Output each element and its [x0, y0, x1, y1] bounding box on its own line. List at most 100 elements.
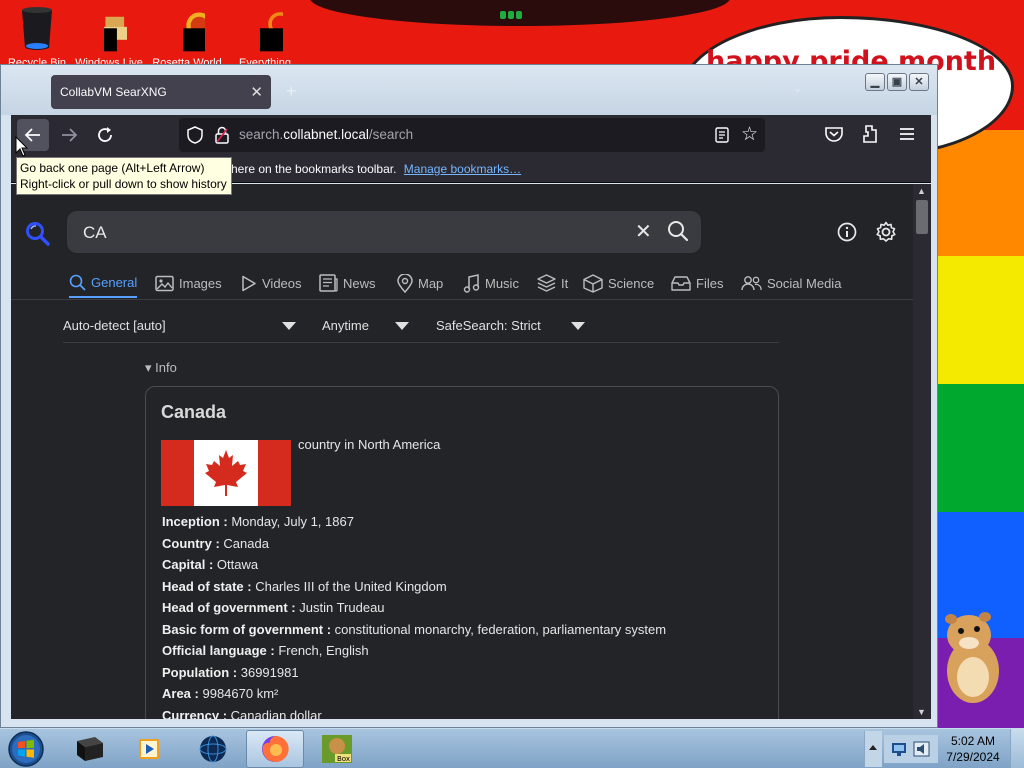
scroll-up-icon[interactable]: ▲ [917, 186, 926, 196]
people-icon [741, 275, 762, 290]
minimize-icon[interactable]: ▁ [865, 73, 885, 91]
tab-map[interactable]: Map [397, 268, 443, 298]
infobox-attributes: Inception : Monday, July 1, 1867 Country… [162, 511, 666, 719]
tray-arrow-icon [869, 745, 877, 750]
filters-divider [63, 342, 779, 343]
system-clock[interactable]: 5:02 AM 7/29/2024 [940, 733, 1006, 765]
gear-icon[interactable] [875, 221, 897, 243]
address-bar[interactable]: search.collabnet.local/search ☆ [179, 118, 765, 152]
tab-label: Map [418, 275, 444, 291]
search-filters: Auto-detect [auto] Anytime SafeSearch: S… [63, 316, 783, 344]
scrollbar-thumb[interactable] [916, 200, 928, 234]
image-icon [155, 275, 174, 291]
desktop-icon-everything[interactable]: Everything [230, 6, 300, 67]
tab-general[interactable]: General [69, 268, 138, 298]
cube-icon [583, 273, 603, 293]
manage-bookmarks-link[interactable]: Manage bookmarks… [404, 162, 521, 176]
mouse-cursor-icon [15, 136, 29, 157]
attribute-value: Monday, July 1, 1867 [231, 514, 354, 529]
search-icon[interactable] [667, 220, 689, 242]
attribute-value: 36991981 [240, 664, 299, 680]
info-icon[interactable] [837, 222, 857, 242]
title-bar[interactable]: CollabVM SearXNG ✕ + ⌄ ▁ ▣ ✕ [1, 65, 937, 115]
wallpaper-dots [500, 6, 524, 19]
taskbar-media-player[interactable] [120, 730, 178, 768]
vertical-scrollbar[interactable]: ▲ ▼ [913, 184, 931, 719]
list-tabs-icon[interactable]: ⌄ [793, 82, 802, 95]
tab-news[interactable]: News [319, 268, 376, 298]
search-box[interactable]: CA ✕ [67, 211, 701, 253]
rainbow-stripe-green [938, 384, 1024, 512]
rainbow-stripe-yellow [938, 256, 1024, 384]
tab-label: News [343, 275, 376, 291]
navigation-toolbar: search.collabnet.local/search ☆ [11, 115, 931, 155]
globe-icon [183, 12, 213, 52]
tab-images[interactable]: Images [155, 268, 222, 298]
tray-expand-button[interactable] [864, 731, 882, 767]
desktop-icon-rosetta-world[interactable]: Rosetta World [152, 6, 222, 67]
tab-science[interactable]: Science [583, 268, 654, 298]
tab-files[interactable]: Files [671, 268, 723, 298]
tab-social-media[interactable]: Social Media [741, 268, 841, 298]
searxng-logo-icon[interactable] [25, 221, 51, 247]
chevron-down-icon [395, 322, 409, 330]
time-range-select[interactable]: Anytime [322, 318, 409, 333]
language-value: Auto-detect [auto] [63, 318, 166, 333]
taskbar-globe-app[interactable] [184, 730, 242, 768]
hamster-icon [945, 612, 999, 703]
info-toggle-label: Info [155, 360, 177, 375]
folder-icon [103, 16, 129, 52]
clear-search-icon[interactable]: ✕ [635, 219, 652, 244]
reload-button[interactable] [89, 119, 121, 151]
show-desktop-button[interactable] [1010, 729, 1024, 768]
canada-flag-image [161, 440, 291, 506]
tab-it[interactable]: It [537, 268, 568, 298]
lock-icon[interactable] [215, 126, 229, 144]
taskbar-firefox[interactable] [246, 730, 304, 768]
scroll-down-icon[interactable]: ▼ [917, 707, 926, 717]
start-button[interactable] [6, 730, 46, 768]
taskbar-app-1[interactable] [60, 730, 118, 768]
tooltip-line: Go back one page (Alt+Left Arrow) [20, 161, 205, 175]
new-tab-icon[interactable]: + [286, 81, 297, 102]
attribute-key: Population : [162, 664, 238, 680]
tab-collabvm-searxng[interactable]: CollabVM SearXNG ✕ [51, 75, 271, 109]
media-player-icon [139, 739, 159, 759]
attribute-key: Basic form of government : [162, 621, 332, 637]
shield-icon[interactable] [187, 126, 203, 144]
speaker-icon[interactable] [912, 739, 932, 759]
desktop-icon-recycle-bin[interactable]: Recycle Bin [2, 6, 72, 67]
pocket-icon[interactable] [823, 123, 845, 145]
attribute-value: Canada [223, 535, 269, 551]
forward-button[interactable] [53, 119, 85, 151]
language-select[interactable]: Auto-detect [auto] [63, 318, 296, 333]
firefox-icon [262, 735, 289, 762]
attribute-value: Charles III of the United Kingdom [255, 578, 447, 594]
desktop-icon-windows-live[interactable]: Windows Live [74, 6, 144, 67]
safesearch-select[interactable]: SafeSearch: Strict [436, 318, 585, 333]
url-path: /search [368, 127, 414, 142]
info-toggle[interactable]: ▾ Info [145, 360, 177, 376]
chevron-down-icon [571, 322, 585, 330]
time-range-value: Anytime [322, 318, 369, 333]
tab-videos[interactable]: Videos [241, 268, 302, 298]
tooltip-line: Right-click or pull down to show history [20, 177, 227, 191]
menu-icon[interactable] [896, 123, 918, 145]
close-tab-icon[interactable]: ✕ [250, 83, 263, 101]
attribute-row: Currency : Canadian dollar [162, 705, 666, 720]
extensions-icon[interactable] [860, 123, 882, 145]
tab-music[interactable]: Music [463, 268, 519, 298]
tab-label: Videos [262, 275, 302, 291]
bookmark-star-icon[interactable]: ☆ [741, 123, 758, 146]
infobox-title[interactable]: Canada [161, 402, 226, 423]
tab-title: CollabVM SearXNG [60, 85, 167, 99]
tab-label: Files [696, 275, 724, 291]
reader-view-icon[interactable] [715, 127, 729, 143]
network-icon[interactable] [890, 739, 910, 759]
taskbar-box-app[interactable]: Box [308, 730, 366, 768]
search-input[interactable]: CA [83, 223, 107, 243]
notification-area [884, 735, 938, 763]
close-window-icon[interactable]: ✕ [909, 73, 929, 91]
maximize-icon[interactable]: ▣ [887, 73, 907, 91]
attribute-row: Country : Canada [162, 533, 666, 555]
